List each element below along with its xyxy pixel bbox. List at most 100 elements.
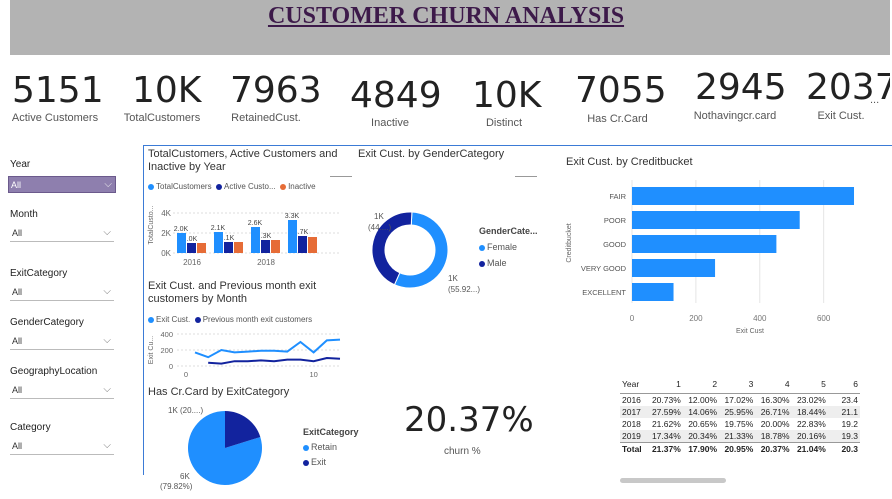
kpi-card: 5151 Active Customers bbox=[12, 70, 104, 124]
series-line bbox=[208, 356, 341, 365]
kpi-card: 4849 Inactive bbox=[350, 75, 442, 129]
legend-dot bbox=[479, 244, 485, 251]
data-label: 1K (55.92...) bbox=[448, 273, 480, 295]
table-cell: 14.06% bbox=[688, 406, 718, 417]
axis-title: Exit Cu... bbox=[148, 336, 155, 364]
divider bbox=[143, 145, 144, 475]
legend-label: Male bbox=[487, 258, 507, 268]
table-cell: 16.30% bbox=[760, 394, 790, 405]
x-tick-label: 10 bbox=[309, 370, 317, 378]
year-dropdown[interactable]: All ⌵ bbox=[8, 176, 116, 193]
table-cell: 23.4 bbox=[841, 394, 858, 405]
dropdown-value: All bbox=[11, 180, 22, 190]
row-header-cell: Total bbox=[622, 443, 642, 454]
legend-dot bbox=[303, 459, 309, 466]
table-cell: 2 bbox=[712, 378, 718, 389]
table-cell: 21.04% bbox=[796, 443, 826, 454]
table-cell: 5 bbox=[821, 378, 826, 389]
y-tick-label: FAIR bbox=[609, 192, 626, 201]
data-label-value: 6K bbox=[180, 472, 190, 481]
x-tick-label: 2018 bbox=[257, 258, 275, 267]
table-cell: 17.90% bbox=[688, 443, 718, 454]
table-row: 2018 21.62% 20.65% 19.75% 20.00% 22.83% 19.2 bbox=[620, 418, 860, 430]
data-label: 3.3K bbox=[285, 213, 300, 220]
chart-title: Has Cr.Card by ExitCategory bbox=[148, 386, 290, 398]
row-header-cell: Year bbox=[622, 378, 640, 389]
month-dropdown[interactable]: All ⌵ bbox=[10, 225, 114, 242]
slicer-label-year: Year bbox=[10, 159, 31, 170]
table-cell: 17.02% bbox=[724, 394, 754, 405]
data-label-pct: (44....) bbox=[368, 223, 392, 232]
kpi-card: 7963 RetainedCust. bbox=[230, 70, 322, 124]
table-total-row: Total 21.37% 17.90% 20.95% 20.37% 21.04% 20.3 bbox=[620, 442, 860, 455]
chart-title: Exit Cust. by Creditbucket bbox=[566, 156, 693, 168]
legend-label: Previous month exit customers bbox=[202, 315, 313, 324]
table-cell: 26.71% bbox=[760, 406, 790, 417]
data-label-pct: (79.82%) bbox=[160, 482, 193, 491]
table-cell: 1 bbox=[676, 378, 681, 389]
table-cell: 20.65% bbox=[688, 418, 718, 429]
bar bbox=[271, 240, 280, 253]
dropdown-value: All bbox=[12, 441, 23, 451]
category-dropdown[interactable]: All ⌵ bbox=[10, 438, 114, 455]
more-options-icon[interactable]: ... bbox=[870, 94, 879, 106]
geographylocation-dropdown[interactable]: All ⌵ bbox=[10, 382, 114, 399]
chart-legend: Exit Cust. Previous month exit customers bbox=[148, 315, 312, 324]
exitcategory-dropdown[interactable]: All ⌵ bbox=[10, 284, 114, 301]
table-row: 2019 17.34% 20.34% 21.33% 18.78% 20.16% 19.3 bbox=[620, 429, 860, 442]
table-cell: 23.02% bbox=[796, 394, 826, 405]
chart-legend: TotalCustomers Active Custo... Inactive bbox=[148, 182, 316, 191]
y-tick-label: 400 bbox=[160, 330, 173, 339]
table-cell: 21.1 bbox=[841, 406, 858, 417]
legend-dot bbox=[148, 183, 154, 190]
data-label: 6K (79.82%) bbox=[160, 472, 192, 492]
data-label: .7K bbox=[298, 229, 309, 236]
legend-label: Inactive bbox=[288, 182, 316, 191]
data-label: 1K (44....) bbox=[368, 211, 391, 233]
slicer-label-geographylocation: GeographyLocation bbox=[10, 366, 98, 377]
table-cell: 20.73% bbox=[651, 394, 681, 405]
y-tick-label: EXCELLENT bbox=[582, 288, 626, 297]
y-tick-label: 2K bbox=[161, 229, 171, 238]
table-cell: 6 bbox=[853, 378, 858, 389]
axis-title: Creditbucket bbox=[566, 223, 573, 262]
legend-label: Female bbox=[487, 242, 518, 252]
y-tick-label: 0 bbox=[169, 362, 173, 371]
table-cell: 20.16% bbox=[796, 430, 826, 441]
kpi-label: Exit Cust. bbox=[817, 110, 865, 122]
kpi-value: 7055 bbox=[575, 70, 667, 111]
y-tick-label: POOR bbox=[604, 216, 627, 225]
gendercategory-dropdown[interactable]: All ⌵ bbox=[10, 333, 114, 350]
table-cell: 17.34% bbox=[651, 430, 681, 441]
bar bbox=[234, 242, 243, 253]
legend-label: Exit Cust. bbox=[156, 315, 191, 324]
table-cell: 21.62% bbox=[651, 418, 681, 429]
kpi-value: 5151 bbox=[12, 70, 104, 111]
table-cell: 19.3 bbox=[841, 430, 858, 441]
legend-dot bbox=[148, 316, 154, 323]
legend-label: Retain bbox=[311, 442, 338, 452]
table-header-row: Year 1 2 3 4 5 6 bbox=[620, 375, 860, 393]
table-cell: 12.00% bbox=[688, 394, 718, 405]
bar bbox=[632, 187, 855, 205]
axis-title: TotalCusto... bbox=[148, 205, 155, 244]
kpi-value: 2945 bbox=[695, 67, 787, 108]
bar bbox=[251, 227, 260, 253]
data-label: 1K (20....) bbox=[168, 406, 204, 415]
data-label: 2.0K bbox=[174, 226, 189, 233]
chevron-down-icon: ⌵ bbox=[103, 440, 111, 451]
table-cell: 20.00% bbox=[760, 418, 790, 429]
kpi-label: TotalCustomers bbox=[123, 112, 201, 124]
x-tick-label: 600 bbox=[817, 314, 831, 323]
data-label: .3K bbox=[261, 233, 272, 240]
legend-dot bbox=[303, 444, 309, 451]
dropdown-value: All bbox=[12, 385, 23, 395]
y-tick-label: VERY GOOD bbox=[581, 264, 627, 273]
data-label: .1K bbox=[224, 235, 235, 242]
table-cell: 21.33% bbox=[724, 430, 754, 441]
horizontal-scrollbar[interactable] bbox=[620, 478, 726, 483]
bar bbox=[261, 240, 270, 253]
chevron-down-icon: ⌵ bbox=[103, 227, 111, 238]
data-label: 2.1K bbox=[211, 225, 226, 232]
churn-value: 20.37% bbox=[404, 400, 534, 440]
